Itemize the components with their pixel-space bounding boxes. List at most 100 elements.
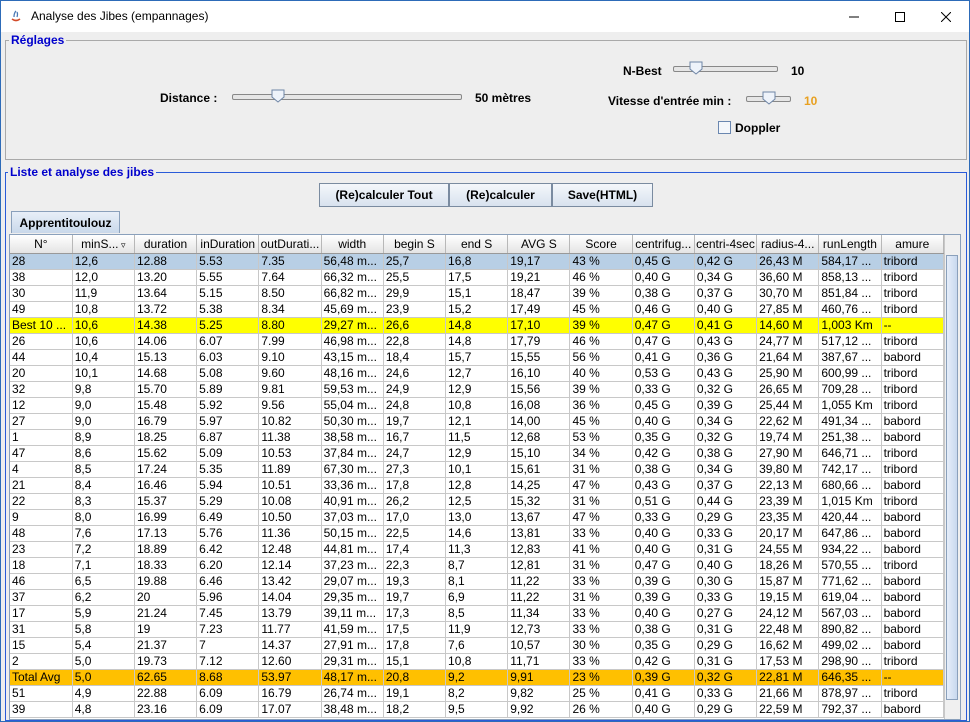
distance-slider[interactable] [232, 89, 462, 105]
column-header[interactable]: inDuration [196, 235, 260, 254]
column-header[interactable]: duration [134, 235, 198, 254]
table-cell: 4,8 [72, 701, 135, 718]
table-cell: 31 % [569, 589, 633, 606]
table-cell: 16,8 [445, 253, 509, 270]
table-cell: tribord [881, 301, 945, 318]
table-row[interactable]: 15 5,4 21.37 7 14.37 27,91 m... 17,8 7,6 10,57 30… [10, 637, 945, 654]
column-header[interactable]: width [321, 235, 384, 254]
table-cell: 771,62 ... [818, 573, 882, 590]
table-row[interactable]: Total Avg 5,0 62.65 8.68 53.97 48,17 m... 20,8… [10, 669, 945, 686]
table-row[interactable]: 47 8,6 15.62 5.09 10.53 37,84 m... 24,7 12,9 15,… [10, 445, 945, 462]
recalculate-button[interactable]: (Re)calculer [449, 183, 552, 207]
column-header[interactable]: centrifug... [632, 235, 695, 254]
distance-slider-thumb[interactable] [271, 89, 285, 103]
vmin-slider-thumb[interactable] [762, 91, 776, 105]
table-cell: 33 % [569, 573, 633, 590]
table-cell: 22,8 [383, 333, 447, 350]
table-row[interactable]: 26 10,6 14.06 6.07 7.99 46,98 m... 22,8 14,8 17,… [10, 333, 945, 350]
table-cell: tribord [881, 445, 945, 462]
vmin-slider[interactable] [746, 91, 791, 107]
table-cell: 26,2 [383, 493, 447, 510]
table-cell: 619,04 ... [818, 589, 882, 606]
table-cell: 0,34 G [694, 269, 758, 286]
table-cell: 0,32 G [694, 669, 758, 686]
table-cell: 19,17 [507, 253, 571, 270]
close-button[interactable] [923, 1, 969, 32]
table-cell: 5.35 [196, 461, 260, 478]
table-cell: 11,22 [507, 589, 571, 606]
recalculate-all-button[interactable]: (Re)calculer Tout [319, 183, 449, 207]
table-row[interactable]: 39 4,8 23.16 6.09 17.07 38,48 m... 18,2 9,5 9,92… [10, 701, 945, 718]
table-cell: 1,055 Km [818, 397, 882, 414]
table-cell: 15,7 [445, 349, 509, 366]
column-header[interactable]: minS... ▿ [72, 235, 135, 254]
table-cell: 46,98 m... [321, 333, 384, 350]
nbest-slider-thumb[interactable] [689, 61, 703, 75]
table-cell: Total Avg [10, 669, 73, 686]
table-row[interactable]: 44 10,4 15.13 6.03 9.10 43,15 m... 18,4 15,7 15,… [10, 349, 945, 366]
table-cell: 10,57 [507, 637, 571, 654]
table-cell: 23 % [569, 669, 633, 686]
table-row[interactable]: 21 8,4 16.46 5.94 10.51 33,36 m... 17,8 12,8 14,… [10, 477, 945, 494]
table-row[interactable]: 28 12,6 12.88 5.53 7.35 56,48 m... 25,7 16,8 19,… [10, 253, 945, 270]
table-row[interactable]: 51 4,9 22.88 6.09 16.79 26,74 m... 19,1 8,2 9,82… [10, 685, 945, 702]
table-cell: 0,39 G [694, 397, 758, 414]
table-row[interactable]: 38 12,0 13.20 5.55 7.64 66,32 m... 25,5 17,5 19,… [10, 269, 945, 286]
column-header[interactable]: begin S [383, 235, 447, 254]
window-title: Analyse des Jibes (empannages) [31, 9, 209, 23]
table-row[interactable]: Best 10 ... 10,6 14.38 5.25 8.80 29,27 m... 26… [10, 317, 945, 334]
table-cell: 420,44 ... [818, 509, 882, 526]
table-row[interactable]: 22 8,3 15.37 5.29 10.08 40,91 m... 26,2 12,5 15,… [10, 493, 945, 510]
java-app-icon [11, 10, 21, 22]
nbest-slider[interactable] [673, 61, 778, 77]
table-row[interactable]: 32 9,8 15.70 5.89 9.81 59,53 m... 24,9 12,9 15,5… [10, 381, 945, 398]
table-row[interactable]: 20 10,1 14.68 5.08 9.60 48,16 m... 24,6 12,7 16,… [10, 365, 945, 382]
table-row[interactable]: 18 7,1 18.33 6.20 12.14 37,23 m... 22,3 8,7 12,8… [10, 557, 945, 574]
table-row[interactable]: 31 5,8 19 7.23 11.77 41,59 m... 17,5 11,9 12,73 3… [10, 621, 945, 638]
column-header[interactable]: centri-4sec [694, 235, 758, 254]
minimize-button[interactable] [831, 1, 877, 32]
table-row[interactable]: 2 5,0 19.73 7.12 12.60 29,31 m... 15,1 10,8 11,7… [10, 653, 945, 670]
table-cell: 647,86 ... [818, 525, 882, 542]
table-cell: 17.07 [258, 701, 322, 718]
table-cell: 0,31 G [694, 541, 758, 558]
maximize-button[interactable] [877, 1, 923, 32]
column-header[interactable]: outDurati... [258, 235, 322, 254]
column-header[interactable]: Score [569, 235, 633, 254]
table-row[interactable]: 37 6,2 20 5.96 14.04 29,35 m... 19,7 6,9 11,22 31… [10, 589, 945, 606]
table-cell: 4 [10, 461, 73, 478]
table-cell: 33 % [569, 605, 633, 622]
column-header[interactable]: radius-4... [756, 235, 820, 254]
table-row[interactable]: 27 9,0 16.79 5.97 10.82 50,30 m... 19,7 12,1 14,… [10, 413, 945, 430]
table-cell: 51 [10, 685, 73, 702]
table-cell: 0,40 G [632, 525, 695, 542]
table-row[interactable]: 48 7,6 17.13 5.76 11.36 50,15 m... 22,5 14,6 13,… [10, 525, 945, 542]
table-cell: 17.24 [134, 461, 198, 478]
table-cell: 24,7 [383, 445, 447, 462]
save-html-button[interactable]: Save(HTML) [552, 183, 653, 207]
vertical-scrollbar[interactable] [944, 235, 960, 719]
tab-apprentitoulouz[interactable]: Apprentitoulouz [11, 211, 120, 233]
table-row[interactable]: 4 8,5 17.24 5.35 11.89 67,30 m... 27,3 10,1 15,6… [10, 461, 945, 478]
column-header[interactable]: end S [445, 235, 509, 254]
table-row[interactable]: 49 10,8 13.72 5.38 8.34 45,69 m... 23,9 15,2 17,… [10, 301, 945, 318]
vertical-scrollbar-thumb[interactable] [946, 255, 958, 700]
table-row[interactable]: 30 11,9 13.64 5.15 8.50 66,82 m... 29,9 15,1 18,… [10, 285, 945, 302]
doppler-checkbox[interactable] [718, 121, 731, 134]
column-header[interactable]: runLength [818, 235, 882, 254]
table-cell: 10.82 [258, 413, 322, 430]
table-row[interactable]: 23 7,2 18.89 6.42 12.48 44,81 m... 17,4 11,3 12,… [10, 541, 945, 558]
table-cell: 47 % [569, 477, 633, 494]
table-row[interactable]: 9 8,0 16.99 6.49 10.50 37,03 m... 17,0 13,0 13,6… [10, 509, 945, 526]
table-row[interactable]: 1 8,9 18.25 6.87 11.38 38,58 m... 16,7 11,5 12,6… [10, 429, 945, 446]
column-header[interactable]: N° [10, 235, 73, 254]
table-cell: 13.20 [134, 269, 198, 286]
table-row[interactable]: 12 9,0 15.48 5.92 9.56 55,04 m... 24,8 10,8 16,0… [10, 397, 945, 414]
table-row[interactable]: 17 5,9 21.24 7.45 13.79 39,11 m... 17,3 8,5 11,3… [10, 605, 945, 622]
table-row[interactable]: 46 6,5 19.88 6.46 13.42 29,07 m... 19,3 8,1 11,2… [10, 573, 945, 590]
table-cell: 13.64 [134, 285, 198, 302]
table-cell: 0,35 G [632, 637, 695, 654]
column-header[interactable]: AVG S [507, 235, 571, 254]
table-cell: 5.55 [196, 269, 260, 286]
column-header[interactable]: amure [881, 235, 945, 254]
